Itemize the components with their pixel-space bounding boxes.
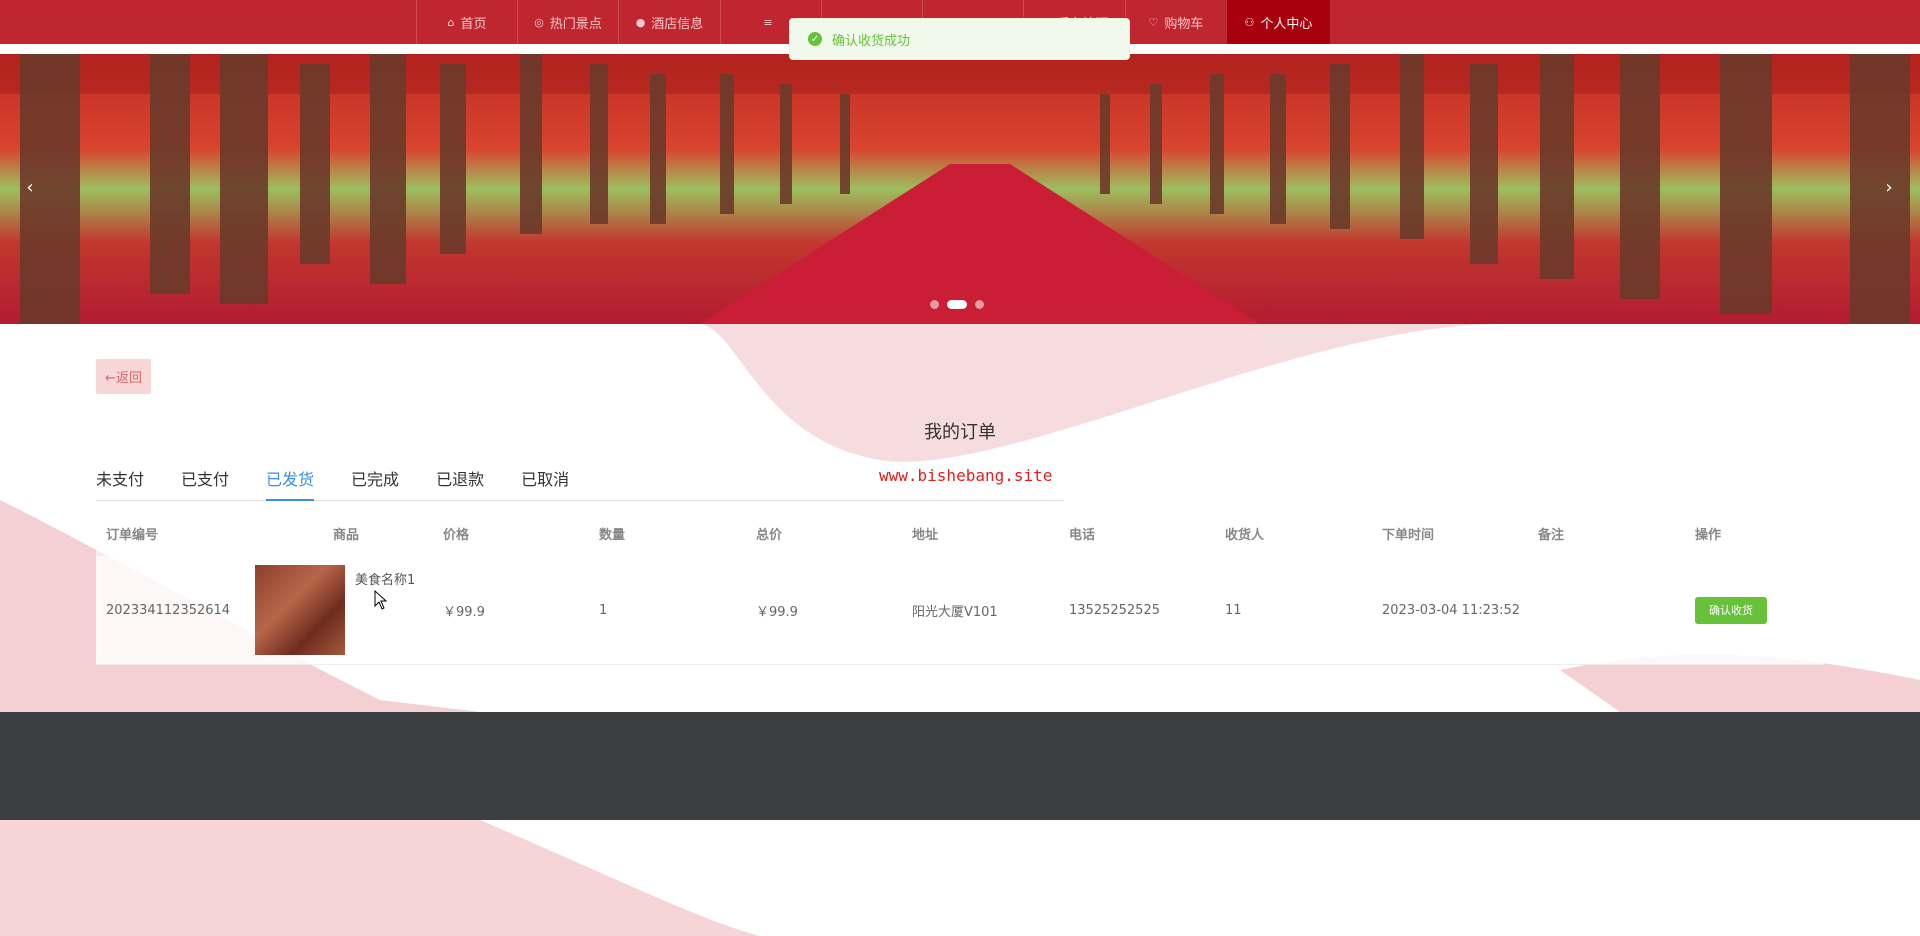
carousel-dot[interactable] — [930, 300, 939, 309]
table-row: 202334112352614 美食名称1 ￥99.9 1 ￥99.9 阳光大厦V101 1… — [96, 556, 1824, 665]
column-header: 备注 — [1538, 527, 1565, 543]
user-icon: ⚇ — [1244, 15, 1255, 29]
orders-section: ←返回 我的订单 未支付 已支付 已发货 已完成 已退款 已取消 www.bisheban… — [96, 324, 1824, 712]
goods-name[interactable]: 美食名称1 — [355, 569, 415, 588]
cart-icon: ♡ — [1148, 15, 1159, 29]
banner-carousel[interactable]: ‹ › — [0, 54, 1920, 324]
home-icon: ⌂ — [447, 15, 455, 29]
column-header: 商品 — [333, 527, 360, 543]
watermark: www.bishebang.site — [879, 466, 1053, 485]
order-no-cell: 202334112352614 — [106, 602, 231, 618]
column-header: 订单编号 — [106, 527, 159, 543]
nav-item[interactable]: ♡ 购物车 — [1125, 0, 1226, 44]
nav-item[interactable]: ● 酒店信息 — [618, 0, 720, 44]
receiver-cell: 11 — [1225, 602, 1242, 618]
location-icon: ◎ — [534, 15, 544, 29]
nav-item-label: 首页 — [460, 16, 487, 32]
success-toast: ✓ 确认收货成功 — [789, 18, 1130, 60]
nav-item[interactable]: ⚇ 个人中心 — [1226, 0, 1331, 44]
nav-item[interactable]: ⌂ 首页 — [416, 0, 517, 44]
menu-icon: ≡ — [763, 15, 773, 29]
orders-table: 订单编号 商品 价格 数量 总价 地址 电话 收货人 下单时间 备注 操作 202334112352… — [96, 510, 1824, 665]
table-body: 202334112352614 美食名称1 ￥99.9 1 ￥99.9 阳光大厦V101 1… — [96, 556, 1824, 665]
column-header: 操作 — [1695, 527, 1722, 543]
confirm-receipt-button[interactable]: 确认收货 — [1695, 596, 1767, 624]
order-tab[interactable]: 未支付 — [96, 460, 144, 500]
toast-message: 确认收货成功 — [832, 33, 911, 49]
carousel-next-button[interactable]: › — [1874, 172, 1904, 202]
nav-item-label: 热门景点 — [549, 16, 602, 32]
column-header: 总价 — [756, 527, 783, 543]
column-header: 电话 — [1069, 527, 1096, 543]
price-cell: ￥99.9 — [443, 604, 485, 620]
info-icon: ● — [635, 15, 646, 29]
carousel-dot[interactable] — [947, 300, 967, 309]
column-header: 下单时间 — [1382, 527, 1435, 543]
page-title: 我的订单 — [924, 422, 996, 443]
carousel-dot[interactable] — [975, 300, 984, 309]
phone-cell: 13525252525 — [1069, 602, 1160, 618]
nav-item[interactable]: ◎ 热门景点 — [517, 0, 618, 44]
column-header: 收货人 — [1225, 527, 1265, 543]
success-icon: ✓ — [808, 32, 822, 46]
address-cell: 阳光大厦V101 — [912, 604, 998, 620]
carousel-prev-button[interactable]: ‹ — [15, 172, 45, 202]
order-time-cell: 2023-03-04 11:23:52 — [1382, 602, 1521, 618]
footer — [0, 712, 1920, 820]
nav-item-label: 购物车 — [1164, 16, 1204, 32]
nav-item-label: 酒店信息 — [651, 16, 704, 32]
action-cell: 确认收货 — [1685, 596, 1824, 624]
mouse-cursor-icon — [374, 590, 388, 610]
order-tab[interactable]: 已完成 — [351, 460, 399, 500]
order-tab[interactable]: 已支付 — [181, 460, 229, 500]
carousel-indicators — [930, 300, 984, 309]
order-tab[interactable]: 已取消 — [521, 460, 569, 500]
goods-image[interactable] — [255, 565, 345, 655]
order-tab[interactable]: 已发货 — [266, 460, 315, 501]
quantity-cell: 1 — [599, 602, 608, 618]
total-cell: ￥99.9 — [756, 604, 798, 620]
column-header: 价格 — [443, 527, 470, 543]
back-button[interactable]: ←返回 — [96, 359, 151, 394]
nav-item-label: 个人中心 — [1260, 16, 1313, 32]
column-header: 数量 — [599, 527, 626, 543]
order-tab[interactable]: 已退款 — [436, 460, 484, 500]
goods-cell: 美食名称1 — [253, 565, 433, 655]
column-header: 地址 — [912, 527, 939, 543]
banner-image — [0, 54, 1920, 324]
table-header: 订单编号 商品 价格 数量 总价 地址 电话 收货人 下单时间 备注 操作 — [96, 510, 1824, 556]
